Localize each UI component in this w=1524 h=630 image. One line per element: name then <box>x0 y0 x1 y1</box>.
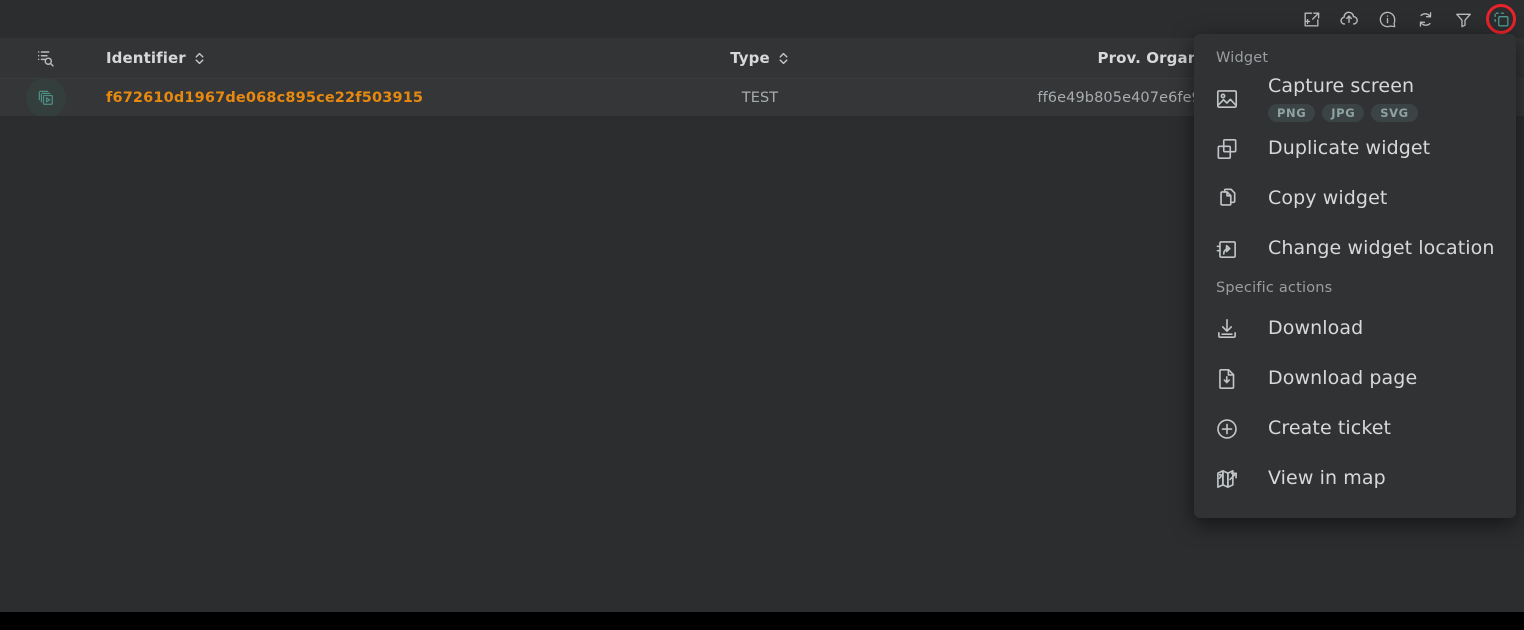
sort-toggle-icon[interactable] <box>193 51 206 66</box>
column-header-identifier[interactable]: Identifier <box>92 49 670 67</box>
menu-item-copy-widget[interactable]: Copy widget <box>1194 174 1516 224</box>
menu-item-copy-widget-label: Copy widget <box>1268 187 1388 210</box>
copy-icon <box>1214 186 1250 212</box>
menu-item-duplicate-widget-label: Duplicate widget <box>1268 137 1431 160</box>
cell-type-value: TEST <box>741 90 779 106</box>
file-download-icon <box>1214 366 1250 392</box>
menu-item-change-widget-location-label: Change widget location <box>1268 237 1495 260</box>
cell-type: TEST <box>670 90 850 106</box>
sort-toggle-icon[interactable] <box>777 51 790 66</box>
menu-item-create-ticket[interactable]: Create ticket <box>1194 404 1516 454</box>
refresh-icon[interactable] <box>1412 6 1438 32</box>
menu-item-view-in-map[interactable]: View in map <box>1194 454 1516 504</box>
bottom-bar <box>0 612 1524 630</box>
chip-svg[interactable]: SVG <box>1371 103 1418 123</box>
plus-circle-icon <box>1214 416 1250 442</box>
toolbar-icon-group <box>1298 0 1516 38</box>
map-icon <box>1214 466 1250 492</box>
menu-item-capture-screen-label: Capture screen <box>1268 74 1415 97</box>
menu-section-title-widget: Widget <box>1216 50 1269 66</box>
info-icon[interactable] <box>1374 6 1400 32</box>
duplicate-icon <box>1214 136 1250 162</box>
capture-format-chips: PNG JPG SVG <box>1268 103 1418 123</box>
move-widget-icon <box>1214 236 1250 262</box>
filter-icon[interactable] <box>1450 6 1476 32</box>
chip-png[interactable]: PNG <box>1268 103 1316 123</box>
select-widget-icon[interactable] <box>1486 4 1516 34</box>
menu-item-change-widget-location[interactable]: Change widget location <box>1194 224 1516 274</box>
menu-item-download-label: Download <box>1268 317 1364 340</box>
application-window: Identifier Type Prov. Organization f6726… <box>0 0 1524 630</box>
cell-identifier-value: f672610d1967de068c895ce22f503915 <box>106 90 424 106</box>
menu-item-duplicate-widget[interactable]: Duplicate widget <box>1194 124 1516 174</box>
chip-jpg[interactable]: JPG <box>1322 103 1365 123</box>
column-header-identifier-label: Identifier <box>106 49 186 67</box>
column-header-type-label: Type <box>730 49 770 67</box>
menu-item-create-ticket-label: Create ticket <box>1268 417 1392 440</box>
column-header-type[interactable]: Type <box>670 49 850 67</box>
image-icon <box>1214 86 1250 112</box>
menu-section-title-specific-actions: Specific actions <box>1216 280 1333 296</box>
add-widget-icon[interactable] <box>1298 6 1324 32</box>
menu-item-download-page[interactable]: Download page <box>1194 354 1516 404</box>
menu-item-view-in-map-label: View in map <box>1268 467 1386 490</box>
menu-item-download-page-label: Download page <box>1268 367 1418 390</box>
top-toolbar <box>0 0 1524 38</box>
upload-cloud-icon[interactable] <box>1336 6 1362 32</box>
avatar <box>26 78 66 118</box>
menu-item-download[interactable]: Download <box>1194 304 1516 354</box>
widget-context-menu: Widget Capture screen PNG JPG SVG Duplic… <box>1194 34 1516 518</box>
menu-item-capture-screen[interactable]: Capture screen PNG JPG SVG <box>1194 74 1516 124</box>
download-icon <box>1214 316 1250 342</box>
row-avatar-cell <box>0 78 92 118</box>
cell-identifier[interactable]: f672610d1967de068c895ce22f503915 <box>92 90 670 106</box>
search-list-icon[interactable] <box>0 47 92 69</box>
